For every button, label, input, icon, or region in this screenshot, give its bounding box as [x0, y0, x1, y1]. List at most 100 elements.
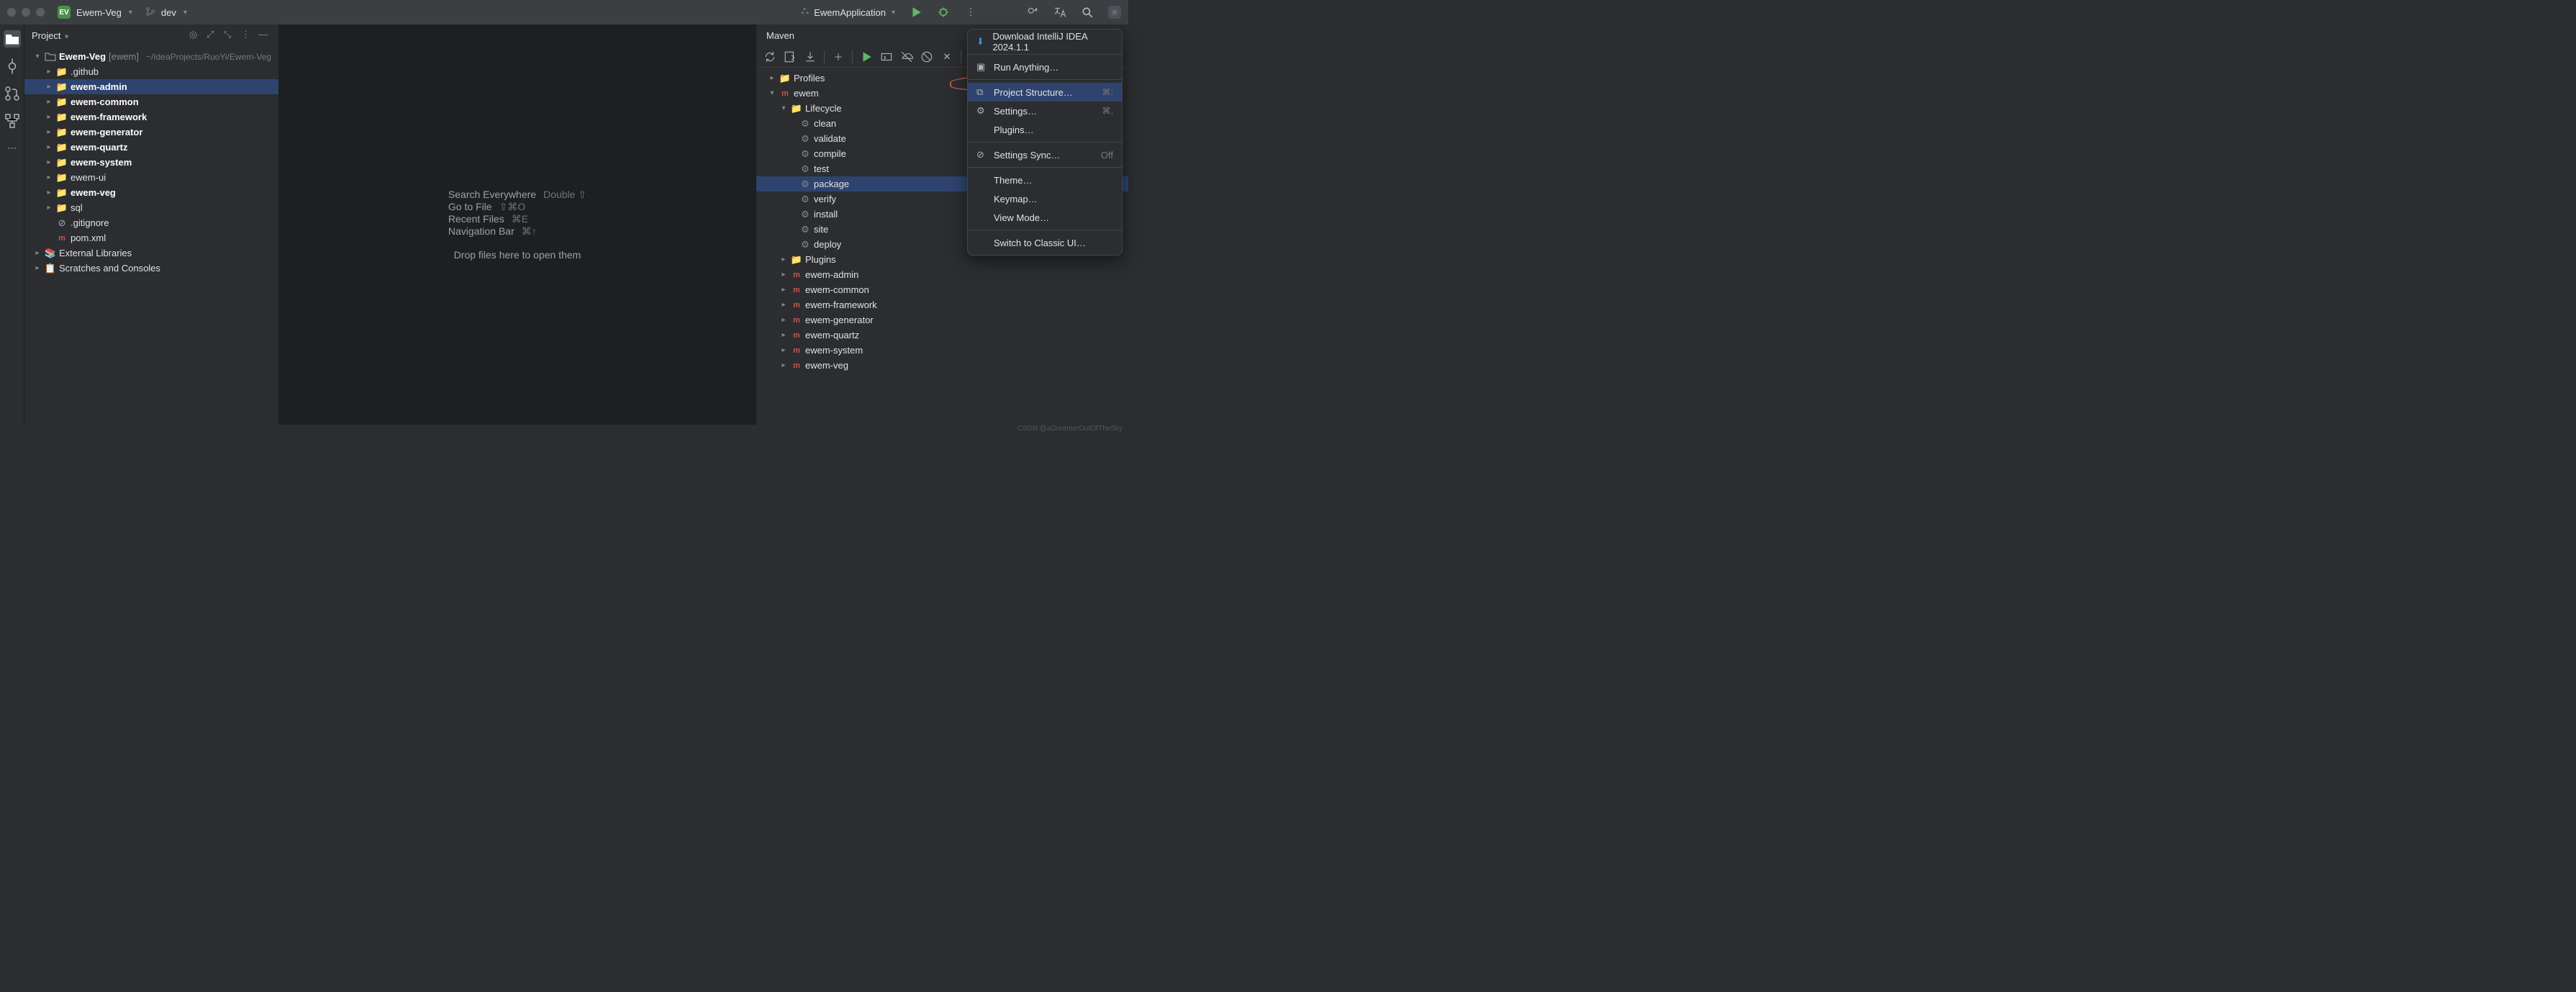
download-update-item[interactable]: ⬇Download IntelliJ IDEA 2024.1.1 — [968, 32, 1122, 51]
shortcut: ⌘E — [512, 213, 528, 225]
reload-icon[interactable] — [763, 50, 776, 63]
theme-item[interactable]: Theme… — [968, 171, 1122, 189]
maven-module[interactable]: ▸mewem-system — [756, 343, 1128, 358]
keymap-item[interactable]: Keymap… — [968, 189, 1122, 208]
download-icon[interactable] — [804, 50, 817, 63]
tree-item[interactable]: ▸📁ewem-admin — [24, 79, 278, 94]
close-icon[interactable]: ✕ — [940, 50, 953, 63]
shortcut: ⇧⌘O — [499, 201, 526, 213]
tree-item[interactable]: mpom.xml — [24, 230, 278, 245]
tree-root[interactable]: ▾ Ewem-Veg [ewem] ~/IdeaProjects/RuoYi/E… — [24, 49, 278, 64]
maven-module[interactable]: ▸mewem-common — [756, 282, 1128, 297]
zoom-dot[interactable] — [36, 8, 45, 17]
tree-item[interactable]: ▸📁ewem-common — [24, 94, 278, 109]
viewmode-item[interactable]: View Mode… — [968, 208, 1122, 227]
tree-label: ewem-veg — [71, 187, 116, 198]
tree-label: Scratches and Consoles — [59, 263, 160, 274]
minimize-dot[interactable] — [22, 8, 30, 17]
branch-name[interactable]: dev — [161, 7, 176, 18]
menu-label: Theme… — [994, 175, 1032, 186]
expand-all-icon[interactable]: ⤢ — [207, 29, 219, 42]
chevron-down-icon[interactable]: ▾ — [183, 9, 187, 17]
structure-tool-icon[interactable] — [4, 112, 21, 130]
menu-label: Settings… — [994, 106, 1037, 117]
folder-icon: 📁 — [56, 66, 68, 78]
tree-item[interactable]: ▸📁ewem-quartz — [24, 140, 278, 155]
generate-sources-icon[interactable] — [784, 50, 797, 63]
folder-icon: 📁 — [56, 81, 68, 93]
structure-icon: ⧉ — [976, 86, 988, 98]
target-icon[interactable]: ◎ — [189, 29, 202, 42]
settings-gear-icon[interactable] — [1108, 6, 1121, 19]
folder-icon: 📁 — [56, 96, 68, 108]
tree-item[interactable]: ▸📁ewem-system — [24, 155, 278, 170]
gear-icon: ⚙ — [799, 148, 811, 160]
drop-hint: Drop files here to open them — [454, 249, 581, 261]
gear-icon: ⚙ — [799, 179, 811, 190]
collaborate-icon[interactable] — [1026, 6, 1039, 19]
close-dot[interactable] — [7, 8, 16, 17]
tree-item[interactable]: ▸📁.github — [24, 64, 278, 79]
window-controls — [7, 8, 45, 17]
maven-icon: m — [791, 269, 802, 281]
tree-item[interactable]: ▸📁ewem-veg — [24, 185, 278, 200]
menu-label: Download IntelliJ IDEA 2024.1.1 — [992, 31, 1113, 53]
tree-item[interactable]: ⊘.gitignore — [24, 215, 278, 230]
toggle-offline-icon[interactable] — [900, 50, 913, 63]
run-anything-item[interactable]: ▣Run Anything… — [968, 58, 1122, 76]
hide-panel-icon[interactable]: — — [258, 29, 271, 42]
maven-module[interactable]: ▸mewem-veg — [756, 358, 1128, 373]
maven-icon: m — [791, 299, 802, 311]
phase-label: deploy — [814, 239, 841, 250]
more-icon[interactable]: ⋮ — [964, 6, 977, 19]
debug-icon[interactable] — [937, 6, 950, 19]
tree-label: ewem-framework — [71, 112, 147, 122]
collapse-all-icon[interactable]: ⤡ — [224, 29, 237, 42]
tree-item[interactable]: ▸📁ewem-framework — [24, 109, 278, 125]
project-tool-icon[interactable] — [4, 30, 21, 48]
tree-label: ewem-system — [71, 157, 132, 168]
project-structure-item[interactable]: ⧉Project Structure…⌘; — [968, 83, 1122, 102]
more-tools-icon[interactable]: ⋯ — [4, 140, 21, 157]
add-icon[interactable]: ＋ — [832, 50, 845, 63]
maven-icon: m — [791, 315, 802, 326]
external-libraries[interactable]: ▸ 📚 External Libraries — [24, 245, 278, 261]
library-icon: 📚 — [45, 248, 56, 259]
module-label: ewem-admin — [805, 269, 858, 280]
panel-options-icon[interactable]: ⋮ — [241, 29, 254, 42]
execute-icon[interactable] — [880, 50, 893, 63]
tree-item[interactable]: ▸📁ewem-ui — [24, 170, 278, 185]
pull-request-icon[interactable] — [4, 85, 21, 102]
maven-icon: m — [791, 360, 802, 371]
scratches[interactable]: ▸ 📋 Scratches and Consoles — [24, 261, 278, 276]
phase-label: validate — [814, 133, 846, 144]
tree-item[interactable]: ▸📁sql — [24, 200, 278, 215]
editor-hint: Search Everywhere — [448, 189, 536, 201]
shortcut: ⌘; — [1102, 87, 1113, 97]
gear-icon: ⚙ — [799, 163, 811, 175]
search-icon[interactable] — [1081, 6, 1094, 19]
maven-module[interactable]: ▸mewem-generator — [756, 312, 1128, 328]
classic-ui-item[interactable]: Switch to Classic UI… — [968, 233, 1122, 252]
panel-title[interactable]: Project ▾ — [32, 30, 185, 41]
project-name[interactable]: Ewem-Veg — [76, 7, 122, 18]
skip-tests-icon[interactable] — [920, 50, 933, 63]
root-bracket: [ewem] — [109, 51, 139, 62]
run-icon[interactable] — [910, 6, 922, 19]
settings-sync-item[interactable]: ⊘Settings Sync…Off — [968, 145, 1122, 164]
gear-icon: ⚙ — [799, 118, 811, 130]
commit-tool-icon[interactable] — [4, 58, 21, 75]
run-config-selector[interactable]: EwemApplication ▾ — [799, 6, 895, 19]
run-icon[interactable] — [860, 50, 873, 63]
tree-label: Lifecycle — [805, 103, 842, 114]
translate-icon[interactable] — [1053, 6, 1066, 19]
root-name: Ewem-Veg — [59, 51, 106, 62]
maven-module[interactable]: ▸mewem-framework — [756, 297, 1128, 312]
tree-item[interactable]: ▸📁ewem-generator — [24, 125, 278, 140]
settings-item[interactable]: ⚙Settings…⌘, — [968, 102, 1122, 120]
chevron-down-icon[interactable]: ▾ — [129, 9, 132, 17]
maven-module[interactable]: ▸mewem-admin — [756, 267, 1128, 282]
editor-area[interactable]: Search EverywhereDouble ⇧Go to File⇧⌘ORe… — [279, 24, 756, 425]
maven-module[interactable]: ▸mewem-quartz — [756, 328, 1128, 343]
plugins-item[interactable]: Plugins… — [968, 120, 1122, 139]
